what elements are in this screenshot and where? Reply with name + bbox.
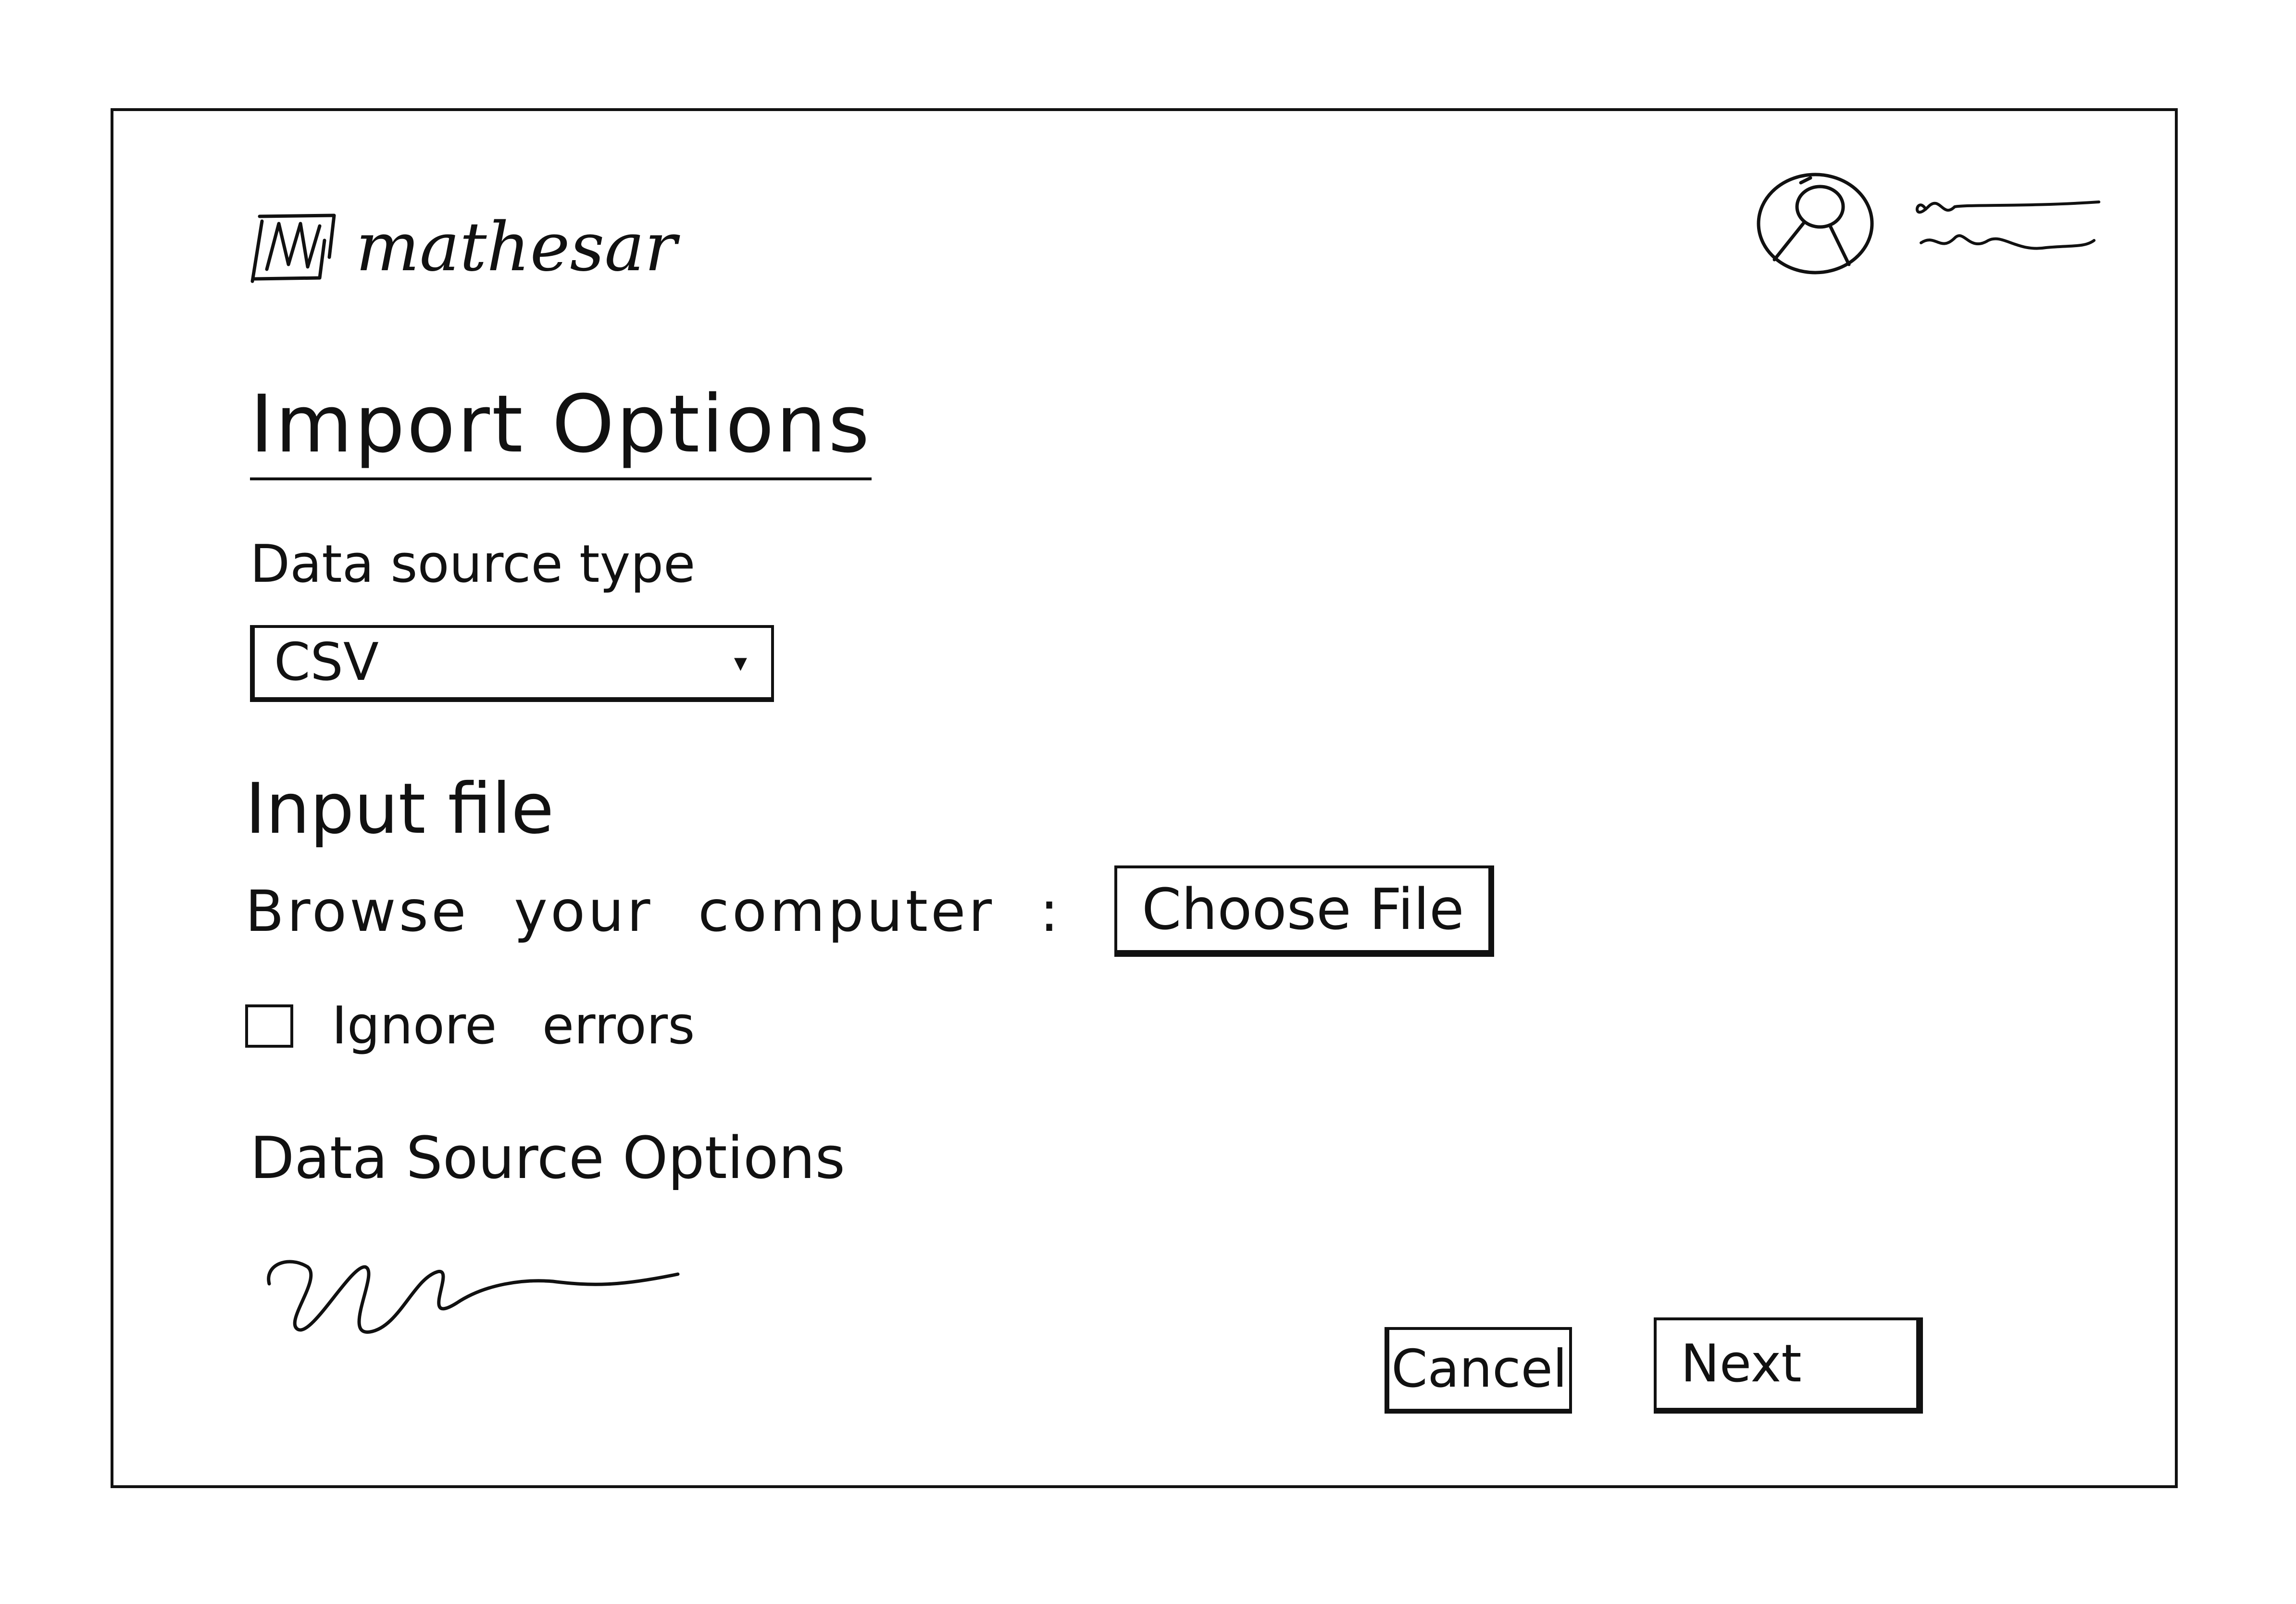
browse-row: Browse your computer : Choose File xyxy=(245,865,1495,957)
brand-name: mathesar xyxy=(356,208,677,287)
choose-file-button[interactable]: Choose File xyxy=(1114,865,1495,957)
chevron-down-icon: ▾ xyxy=(734,647,747,677)
cancel-button[interactable]: Cancel xyxy=(1385,1327,1572,1414)
page-title: Import Options xyxy=(250,385,872,480)
data-source-type-label: Data source type xyxy=(250,534,696,594)
data-source-type-value: CSV xyxy=(274,632,379,692)
user-menu[interactable] xyxy=(1753,168,2109,279)
user-avatar-icon[interactable] xyxy=(1753,168,1878,279)
ignore-errors-checkbox[interactable] xyxy=(245,1004,293,1048)
browse-computer-label: Browse your computer : xyxy=(245,878,1062,944)
data-source-type-select[interactable]: CSV ▾ xyxy=(250,625,774,702)
data-source-options-heading: Data Source Options xyxy=(250,1125,845,1192)
mathesar-logo-icon xyxy=(245,212,337,284)
user-name-scribble xyxy=(1907,180,2109,267)
input-file-heading: Input file xyxy=(245,768,554,850)
brand-logo[interactable]: mathesar xyxy=(245,212,677,284)
next-button[interactable]: Next xyxy=(1654,1317,1923,1414)
ignore-errors-label: Ignore errors xyxy=(332,996,695,1056)
data-source-options-scribble xyxy=(255,1245,707,1356)
ignore-errors-row[interactable]: Ignore errors xyxy=(245,1000,695,1052)
